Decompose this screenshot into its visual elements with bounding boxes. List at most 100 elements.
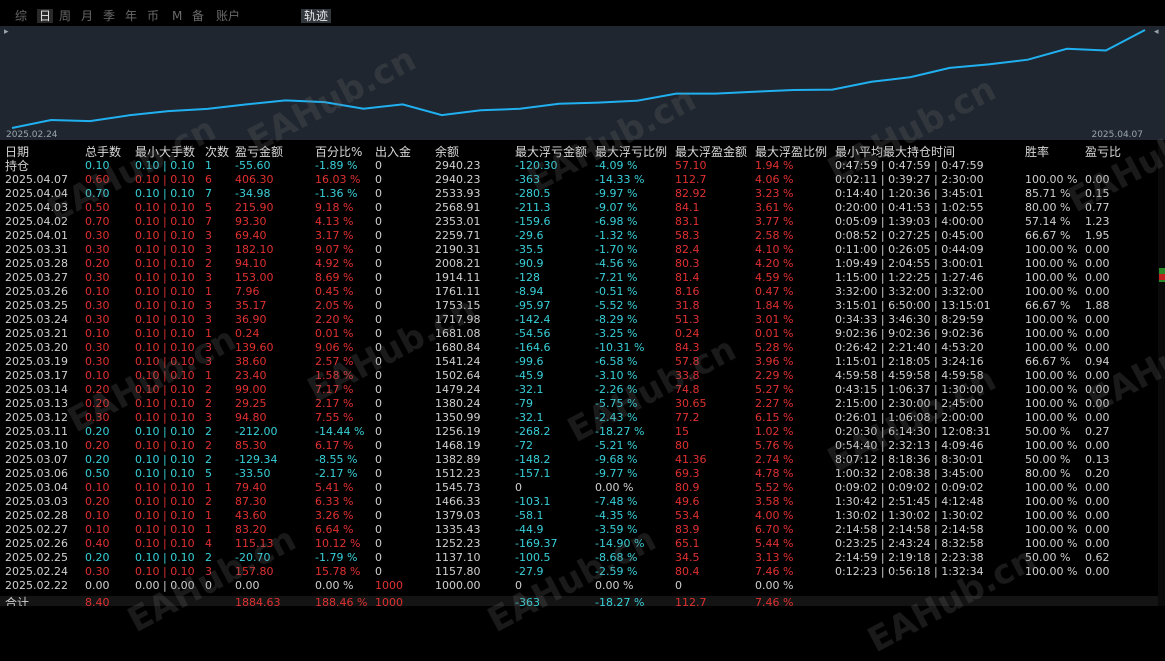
cell-hold: 1:00:32 | 2:08:38 | 3:45:00	[835, 467, 984, 480]
cell-in_out: 0	[375, 467, 382, 480]
table-row[interactable]: 2025.03.17 0.10 0.10 | 0.10 1 23.40 1.58 % 0 15…	[0, 369, 1160, 383]
col-header-pnl[interactable]: 盈亏金额	[235, 145, 283, 159]
tab-1[interactable]: 日	[37, 9, 54, 23]
tab-9[interactable]: 账户	[216, 9, 240, 23]
cell-mflp: -3.25 %	[595, 327, 638, 340]
table-row[interactable]: 2025.03.31 0.30 0.10 | 0.10 3 182.10 9.07 % 0 2…	[0, 243, 1160, 257]
table-row[interactable]: 2025.03.13 0.20 0.10 | 0.10 2 29.25 2.17 % 0 13…	[0, 397, 1160, 411]
col-header-count[interactable]: 次数	[205, 145, 229, 159]
tab-6[interactable]: 币	[147, 9, 159, 23]
cell-min_max: 0.10 | 0.10	[135, 565, 195, 578]
table-row[interactable]: 2025.03.07 0.20 0.10 | 0.10 2 -129.34 -8.55 %…	[0, 453, 1160, 467]
cell-in_out: 0	[375, 215, 382, 228]
vertical-scrollbar[interactable]	[1158, 140, 1165, 606]
cell-in_out: 0	[375, 341, 382, 354]
table-row[interactable]: 2025.02.24 0.30 0.10 | 0.10 3 157.80 15.78 % 0…	[0, 565, 1160, 579]
col-header-max-float-loss-pct[interactable]: 最大浮亏比例	[595, 145, 667, 159]
table-row[interactable]: 2025.02.22 0.00 0.00 | 0.00 0 0.00 0.00 % 1000…	[0, 579, 1160, 593]
table-row[interactable]: 2025.04.01 0.30 0.10 | 0.10 3 69.40 3.17 % 0 22…	[0, 229, 1160, 243]
cell-mfl: -169.37	[515, 537, 558, 550]
row-date: 2025.04.02	[5, 215, 68, 228]
cell-plr: 0.13	[1085, 453, 1110, 466]
table-row[interactable]: 2025.04.04 0.70 0.10 | 0.10 7 -34.98 -1.36 % 0…	[0, 187, 1160, 201]
col-header-date[interactable]: 日期	[5, 145, 29, 159]
table-row[interactable]: 2025.03.04 0.10 0.10 | 0.10 1 79.40 5.41 % 0 15…	[0, 481, 1160, 495]
col-header-total-lots[interactable]: 总手数	[85, 145, 121, 159]
cell-count: 3	[205, 243, 212, 256]
tab-8[interactable]: 备	[192, 9, 204, 23]
table-row[interactable]: 2025.03.11 0.20 0.10 | 0.10 2 -212.00 -14.44 …	[0, 425, 1160, 439]
table-row[interactable]: 2025.04.02 0.70 0.10 | 0.10 7 93.30 4.13 % 0 23…	[0, 215, 1160, 229]
cell-mfpp: 5.27 %	[755, 383, 794, 396]
col-header-in-out[interactable]: 出入金	[375, 145, 411, 159]
table-row[interactable]: 2025.03.25 0.30 0.10 | 0.10 3 35.17 2.05 % 0 17…	[0, 299, 1160, 313]
cell-pct: 15.78 %	[315, 565, 361, 578]
table-row[interactable]: 2025.03.20 0.30 0.10 | 0.10 3 139.60 9.06 % 0 1…	[0, 341, 1160, 355]
cell-plr: 0.00	[1085, 537, 1110, 550]
col-header-win-rate[interactable]: 胜率	[1025, 145, 1049, 159]
cell-pnl: 153.00	[235, 271, 274, 284]
cell-min_max: 0.10 | 0.10	[135, 313, 195, 326]
cell-pct: 2.57 %	[315, 355, 354, 368]
cell-plr: 0.00	[1085, 397, 1110, 410]
tab-0[interactable]: 综	[15, 9, 27, 23]
cell-pnl: 157.80	[235, 565, 274, 578]
tab-7[interactable]: M	[172, 9, 182, 23]
cell-mfl: -280.5	[515, 187, 551, 200]
cell-in_out: 1000	[375, 579, 403, 592]
cell-hold: 1:15:01 | 2:18:05 | 3:24:16	[835, 355, 984, 368]
table-row[interactable]: 2025.02.25 0.20 0.10 | 0.10 2 -20.70 -1.79 % 0…	[0, 551, 1160, 565]
table-row[interactable]: 持仓 0.10 0.10 | 0.10 1 -55.60 -1.89 % 0 2940.23 -…	[0, 159, 1160, 173]
cell-total_lots: 0.20	[85, 383, 110, 396]
table-row[interactable]: 2025.02.27 0.10 0.10 | 0.10 1 83.20 6.64 % 0 13…	[0, 523, 1160, 537]
table-row[interactable]: 2025.03.27 0.30 0.10 | 0.10 3 153.00 8.69 % 0 1…	[0, 271, 1160, 285]
cell-plr: 0.00	[1085, 509, 1110, 522]
cell-mflp: -5.52 %	[595, 299, 638, 312]
col-header-max-float-profit-pct[interactable]: 最大浮盈比例	[755, 145, 827, 159]
col-header-pl-ratio[interactable]: 盈亏比	[1085, 145, 1121, 159]
tab-track[interactable]: 轨迹	[301, 9, 332, 23]
tab-3[interactable]: 月	[81, 9, 93, 23]
table-row[interactable]: 2025.03.26 0.10 0.10 | 0.10 1 7.96 0.45 % 0 176…	[0, 285, 1160, 299]
cell-win: 100.00 %	[1025, 397, 1078, 410]
cell-mfp: 77.2	[675, 411, 700, 424]
table-row[interactable]: 2025.03.06 0.50 0.10 | 0.10 5 -33.50 -2.17 % 0…	[0, 467, 1160, 481]
tab-2[interactable]: 周	[59, 9, 71, 23]
cell-balance: 2940.23	[435, 159, 481, 172]
cell-mfpp: 2.74 %	[755, 453, 794, 466]
cell-pnl: 115.13	[235, 537, 274, 550]
tab-5[interactable]: 年	[125, 9, 137, 23]
col-header-hold-time[interactable]: 最小平均最大持仓时间	[835, 145, 955, 159]
tab-4[interactable]: 季	[103, 9, 115, 23]
table-row[interactable]: 2025.03.21 0.10 0.10 | 0.10 1 0.24 0.01 % 0 168…	[0, 327, 1160, 341]
table-row[interactable]: 2025.03.03 0.20 0.10 | 0.10 2 87.30 6.33 % 0 14…	[0, 495, 1160, 509]
cell-mfl: -142.4	[515, 313, 551, 326]
cell-mfpp: 1.02 %	[755, 425, 794, 438]
cell-balance: 1379.03	[435, 509, 481, 522]
cell-count: 5	[205, 201, 212, 214]
cell-mfpp: 3.13 %	[755, 551, 794, 564]
table-row[interactable]: 2025.02.26 0.40 0.10 | 0.10 4 115.13 10.12 % 0…	[0, 537, 1160, 551]
col-header-pct[interactable]: 百分比%	[315, 145, 362, 159]
col-header-max-float-profit[interactable]: 最大浮盈金额	[675, 145, 747, 159]
table-row[interactable]: 2025.04.07 0.60 0.10 | 0.10 6 406.30 16.03 % 0…	[0, 173, 1160, 187]
cell-count: 2	[205, 495, 212, 508]
table-row[interactable]: 2025.03.14 0.20 0.10 | 0.10 2 99.00 7.17 % 0 14…	[0, 383, 1160, 397]
table-row[interactable]: 2025.02.28 0.10 0.10 | 0.10 1 43.60 3.26 % 0 13…	[0, 509, 1160, 523]
col-header-max-float-loss[interactable]: 最大浮亏金额	[515, 145, 587, 159]
table-row[interactable]: 2025.04.03 0.50 0.10 | 0.10 5 215.90 9.18 % 0 2…	[0, 201, 1160, 215]
cell-mfp: 84.1	[675, 201, 700, 214]
table-row[interactable]: 2025.03.24 0.30 0.10 | 0.10 3 36.90 2.20 % 0 17…	[0, 313, 1160, 327]
cell-mfpp: 2.27 %	[755, 397, 794, 410]
table-row[interactable]: 2025.03.28 0.20 0.10 | 0.10 2 94.10 4.92 % 0 20…	[0, 257, 1160, 271]
table-row[interactable]: 2025.03.19 0.30 0.10 | 0.10 3 38.60 2.57 % 0 15…	[0, 355, 1160, 369]
col-header-balance[interactable]: 余额	[435, 145, 459, 159]
table-row[interactable]: 2025.03.12 0.30 0.10 | 0.10 3 94.80 7.55 % 0 13…	[0, 411, 1160, 425]
cell-total_lots: 0.30	[85, 565, 110, 578]
table-row[interactable]: 2025.03.10 0.20 0.10 | 0.10 2 85.30 6.17 % 0 14…	[0, 439, 1160, 453]
cell-in_out: 0	[375, 159, 382, 172]
col-header-min-max-lots[interactable]: 最小大手数	[135, 145, 195, 159]
cell-mfl: -103.1	[515, 495, 551, 508]
cell-mflp: -6.58 %	[595, 355, 638, 368]
row-date: 2025.02.27	[5, 523, 68, 536]
